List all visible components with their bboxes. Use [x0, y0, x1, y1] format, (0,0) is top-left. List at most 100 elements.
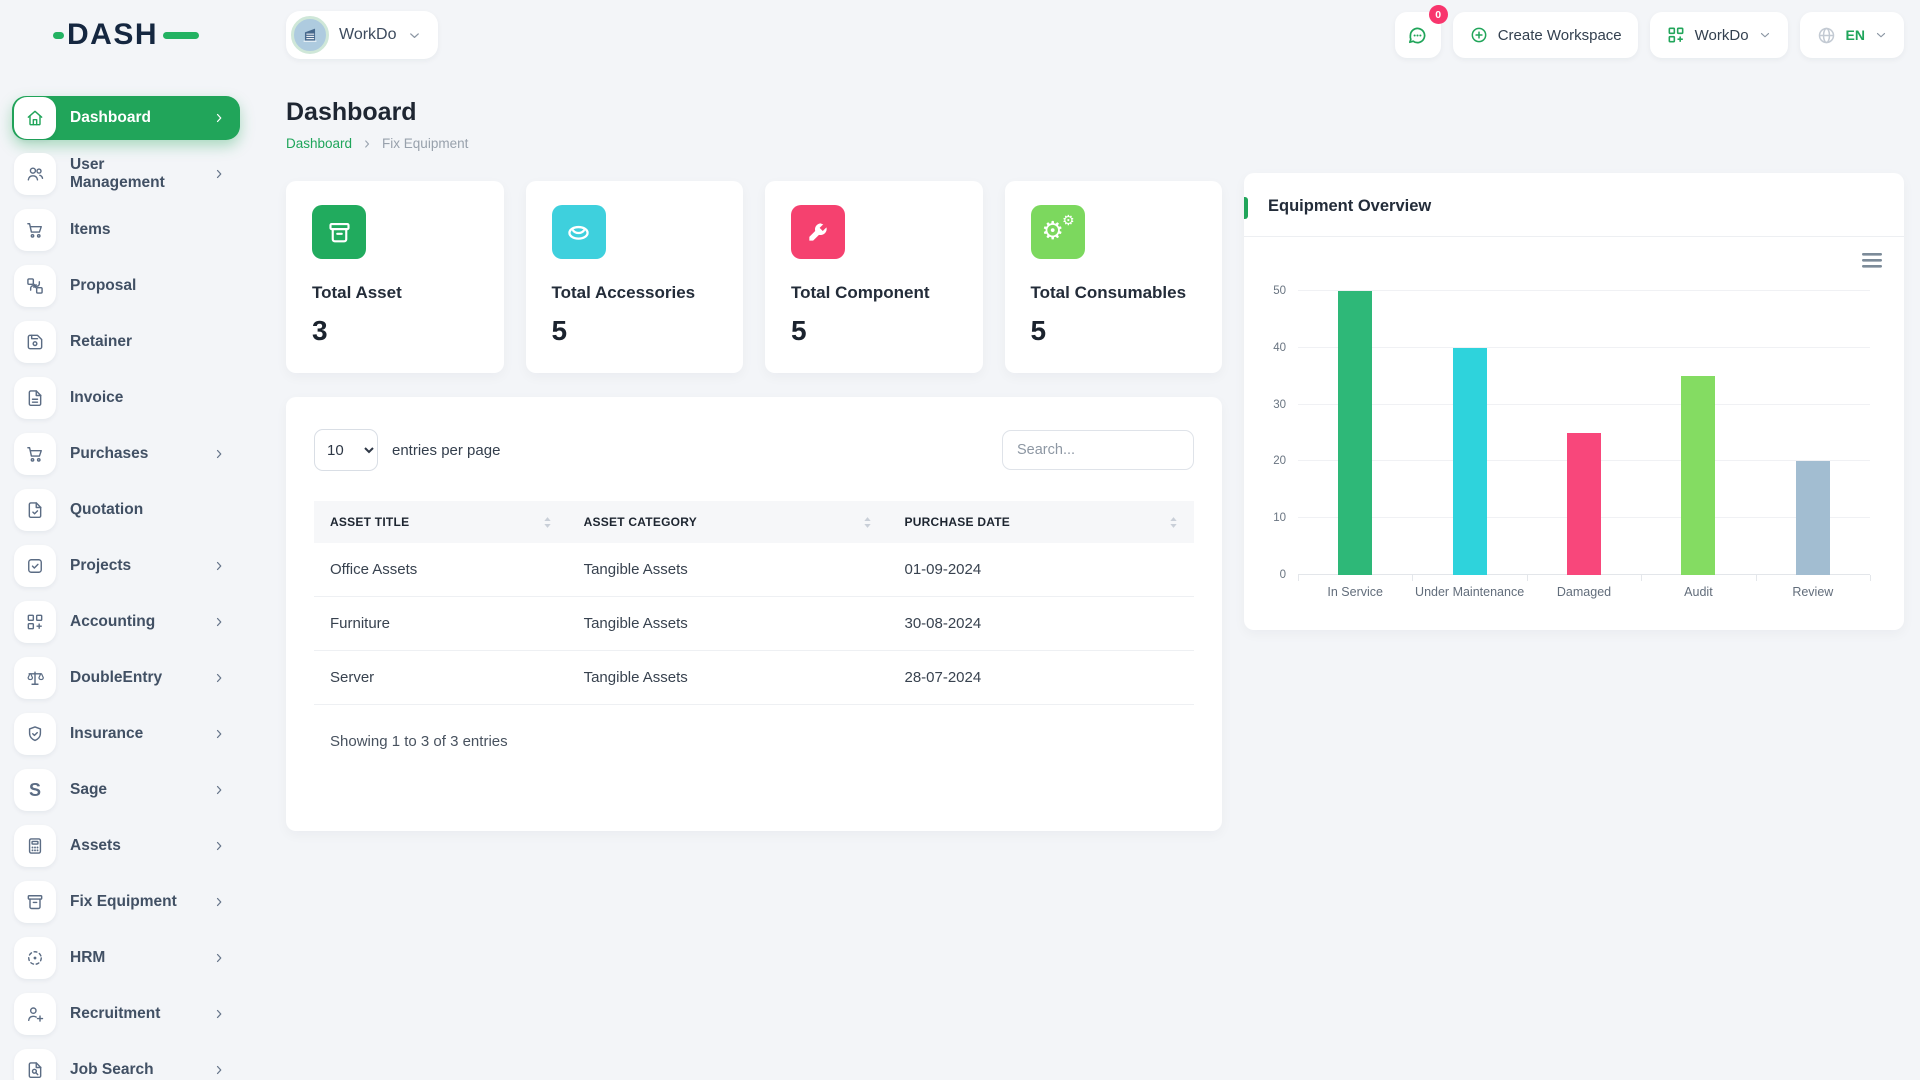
sidebar-item-assets[interactable]: Assets	[12, 824, 240, 868]
card-accent-bar	[1244, 197, 1248, 219]
equipment-overview-card: Equipment Overview 01020304050 In Servic…	[1244, 173, 1904, 630]
stat-label: Total Consumables	[1031, 283, 1197, 303]
x-axis-tick	[1412, 575, 1413, 581]
sidebar-item-label: Job Search	[70, 1061, 198, 1079]
sidebar-item-proposal[interactable]: Proposal	[12, 264, 240, 308]
table-cell: 30-08-2024	[888, 597, 1194, 651]
search-input[interactable]	[1002, 430, 1194, 470]
sidebar-item-job-search[interactable]: Job Search	[12, 1048, 240, 1080]
entries-per-page-select[interactable]: 10	[314, 429, 378, 471]
chart-xlabels: In ServiceUnder MaintenanceDamagedAuditR…	[1298, 585, 1870, 599]
table-row: ServerTangible Assets28-07-2024	[314, 651, 1194, 705]
sidebar-item-accounting[interactable]: Accounting	[12, 600, 240, 644]
bar-slot	[1756, 291, 1870, 575]
home-icon	[14, 97, 56, 139]
stat-label: Total Accessories	[552, 283, 718, 303]
chevron-right-icon	[212, 1063, 226, 1077]
chevron-right-icon	[212, 951, 226, 965]
sidebar-item-label: DoubleEntry	[70, 669, 198, 687]
logo-accent-dot	[53, 32, 64, 39]
sidebar-item-hrm[interactable]: HRM	[12, 936, 240, 980]
sidebar-item-purchases[interactable]: Purchases	[12, 432, 240, 476]
assets-table-card: 10 entries per page ASSET TITLEASSET CAT…	[286, 397, 1222, 831]
top-header: DASH WorkDo 0 Create Workspace	[0, 0, 1920, 70]
sidebar-item-items[interactable]: Items	[12, 208, 240, 252]
chevron-down-icon	[407, 28, 422, 43]
table-cell: Tangible Assets	[568, 651, 889, 705]
table-cell: 28-07-2024	[888, 651, 1194, 705]
sidebar-item-label: Items	[70, 221, 226, 239]
chevron-down-icon	[1874, 28, 1888, 42]
x-axis-label-review: Review	[1756, 585, 1870, 599]
y-axis-tick-label: 40	[1273, 342, 1286, 354]
stat-value: 3	[312, 315, 478, 347]
workspace-selector[interactable]: WorkDo	[286, 11, 438, 59]
grid-plus-icon	[1666, 25, 1686, 45]
bar-under-maintenance	[1453, 348, 1487, 575]
create-workspace-button[interactable]: Create Workspace	[1453, 12, 1638, 58]
breadcrumb-item-fix-equipment: Fix Equipment	[382, 136, 468, 151]
language-selector[interactable]: EN	[1800, 12, 1904, 58]
workdo-menu-button[interactable]: WorkDo	[1650, 12, 1788, 58]
sidebar-item-recruitment[interactable]: Recruitment	[12, 992, 240, 1036]
globe-icon	[1816, 25, 1837, 46]
column-header-purchase-date[interactable]: PURCHASE DATE	[888, 501, 1194, 543]
sidebar-item-user-management[interactable]: User Management	[12, 152, 240, 196]
chart-menu-icon[interactable]	[1862, 253, 1882, 268]
stat-value: 5	[791, 315, 957, 347]
y-axis-tick-label: 50	[1273, 285, 1286, 297]
page-title: Dashboard	[286, 98, 1222, 127]
chart-plot: 01020304050	[1298, 291, 1870, 575]
sidebar-item-label: Sage	[70, 781, 198, 799]
sidebar-item-retainer[interactable]: Retainer	[12, 320, 240, 364]
sidebar-item-doubleentry[interactable]: DoubleEntry	[12, 656, 240, 700]
logo-text: DASH	[67, 18, 158, 52]
breadcrumb-separator-icon	[361, 138, 373, 150]
stat-value: 5	[552, 315, 718, 347]
table-summary: Showing 1 to 3 of 3 entries	[314, 733, 1194, 750]
y-axis-tick-label: 0	[1280, 569, 1286, 581]
sidebar-item-fix-equipment[interactable]: Fix Equipment	[12, 880, 240, 924]
messages-button[interactable]: 0	[1395, 12, 1441, 58]
column-header-asset-title[interactable]: ASSET TITLE	[314, 501, 568, 543]
bars-row	[1298, 291, 1870, 575]
sidebar-item-label: Fix Equipment	[70, 893, 198, 911]
user-plus-icon	[14, 993, 56, 1035]
file-search-icon	[14, 1049, 56, 1080]
gears-icon: ⚙⚙	[1031, 205, 1085, 259]
archive-icon	[14, 881, 56, 923]
bar-review	[1796, 461, 1830, 575]
sidebar-item-dashboard[interactable]: Dashboard	[12, 96, 240, 140]
sidebar-item-label: Accounting	[70, 613, 198, 631]
sidebar-item-quotation[interactable]: Quotation	[12, 488, 240, 532]
y-axis-tick-label: 30	[1273, 399, 1286, 411]
bar-slot	[1527, 291, 1641, 575]
bar-slot	[1641, 291, 1755, 575]
sidebar-item-label: User Management	[70, 156, 198, 192]
table-body: Office AssetsTangible Assets01-09-2024Fu…	[314, 543, 1194, 705]
chat-icon	[1406, 24, 1429, 47]
sidebar-item-projects[interactable]: Projects	[12, 544, 240, 588]
chevron-right-icon	[212, 559, 226, 573]
chevron-right-icon	[212, 727, 226, 741]
create-workspace-label: Create Workspace	[1498, 27, 1622, 44]
sidebar-item-invoice[interactable]: Invoice	[12, 376, 240, 420]
sidebar-item-label: Purchases	[70, 445, 198, 463]
sidebar-item-label: Invoice	[70, 389, 226, 407]
bar-slot	[1298, 291, 1412, 575]
sidebar-item-sage[interactable]: S Sage	[12, 768, 240, 812]
table-cell: Tangible Assets	[568, 543, 889, 597]
brand-logo: DASH	[0, 18, 252, 52]
letter-s-icon: S	[14, 769, 56, 811]
sidebar-nav: Dashboard User Management Items Proposal Ret…	[0, 70, 252, 1080]
transform-icon	[14, 265, 56, 307]
language-label: EN	[1846, 27, 1865, 43]
breadcrumb-item-dashboard[interactable]: Dashboard	[286, 136, 352, 151]
chevron-right-icon	[212, 447, 226, 461]
column-header-asset-category[interactable]: ASSET CATEGORY	[568, 501, 889, 543]
chevron-right-icon	[212, 615, 226, 629]
x-axis-label-audit: Audit	[1641, 585, 1755, 599]
stat-card-total-accessories: Total Accessories 5	[526, 181, 744, 373]
sidebar-item-insurance[interactable]: Insurance	[12, 712, 240, 756]
calculator-icon	[14, 825, 56, 867]
